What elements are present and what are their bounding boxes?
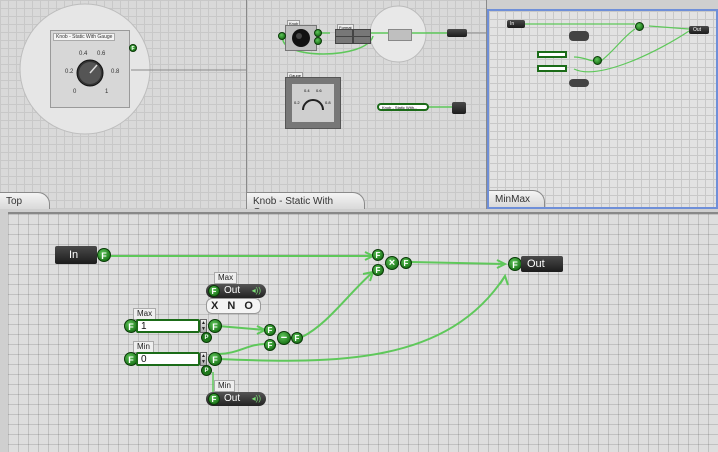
max-field-output-pin[interactable]: F: [208, 319, 222, 333]
tick-label: 0.2: [65, 69, 74, 75]
out-label: Out: [527, 258, 545, 270]
multiply-input-b[interactable]: F: [372, 264, 384, 276]
graph-wires: [111, 251, 509, 392]
tick-label: 1: [105, 89, 109, 95]
max-output-text: Out: [224, 285, 241, 296]
knob-node[interactable]: [285, 25, 317, 51]
subtract-op-icon[interactable]: −: [277, 331, 291, 345]
pin-icon[interactable]: [278, 32, 286, 40]
min-p-pin[interactable]: P: [201, 365, 212, 376]
minmax-pane[interactable]: In Out MinMax: [487, 9, 718, 209]
max-value-field[interactable]: 1: [136, 319, 200, 333]
minmax-in-node[interactable]: In: [507, 20, 525, 28]
multiply-output-pin[interactable]: F: [400, 257, 412, 269]
min-value-field[interactable]: 0: [136, 352, 200, 366]
multiply-op-icon[interactable]: ×: [385, 256, 399, 270]
minmax-min-field[interactable]: [537, 65, 567, 72]
in-node[interactable]: In: [55, 246, 97, 264]
graph-editor[interactable]: In F F F × F F Out Max Out ◂)) F X N O M…: [8, 212, 718, 452]
knob-pane[interactable]: Knob Format Gauge 0.4 0.6 0.2 0.8 Knob -…: [247, 0, 487, 209]
tick-label: 0.4: [304, 88, 310, 93]
minmax-max-field[interactable]: [537, 51, 567, 58]
minmax-pane-wires: [523, 23, 690, 73]
min-spinner[interactable]: ▲ ▼: [200, 352, 207, 366]
pin-icon[interactable]: [314, 37, 322, 45]
in-label: In: [69, 249, 79, 261]
xno-toggle[interactable]: X N O: [206, 298, 261, 314]
minmax-subtract-op[interactable]: [593, 56, 602, 65]
tick-label: 0.8: [325, 100, 331, 105]
knob-ref-node[interactable]: Knob - Static With...: [377, 103, 429, 111]
minmax-max-out[interactable]: [569, 31, 589, 41]
tab-knob-static-with-gauge[interactable]: Knob - Static With Gauge: [247, 192, 365, 209]
speaker-icon: ◂)): [251, 394, 261, 403]
tick-label: 0.4: [79, 51, 88, 57]
max-output-pin[interactable]: F: [208, 285, 220, 297]
minmax-in-label: In: [510, 21, 515, 27]
pin-icon[interactable]: [314, 29, 322, 37]
in-output-pin[interactable]: F: [97, 248, 111, 262]
subtract-input-a[interactable]: F: [264, 324, 276, 336]
tab-minmax[interactable]: MinMax: [489, 190, 545, 207]
tick-label: 0: [73, 89, 77, 95]
out-node[interactable]: Out: [521, 256, 563, 272]
tick-label: 0.2: [294, 100, 300, 105]
format-node[interactable]: [331, 29, 371, 44]
string-node[interactable]: [388, 29, 412, 41]
tick-label: 0.6: [316, 88, 322, 93]
min-output-label: Min: [214, 380, 235, 392]
knob-panel[interactable]: Knob - Static With Gauge 0.4 0.6 0.2 0.8…: [50, 30, 130, 108]
subtract-output-pin[interactable]: F: [291, 332, 303, 344]
minmax-out-label: Out: [693, 27, 702, 33]
min-field-output-pin[interactable]: F: [208, 352, 222, 366]
tick-label: 0.6: [97, 51, 106, 57]
max-spinner[interactable]: ▲ ▼: [200, 319, 207, 333]
tab-top[interactable]: Top: [0, 192, 50, 209]
subtract-input-b[interactable]: F: [264, 339, 276, 351]
out-input-pin[interactable]: F: [508, 257, 522, 271]
knob-panel-pin[interactable]: F: [129, 44, 137, 52]
knob-icon: [292, 29, 310, 47]
knob-ref-out[interactable]: [452, 102, 466, 114]
minmax-min-out[interactable]: [569, 79, 589, 87]
gauge-node[interactable]: 0.4 0.6 0.2 0.8: [285, 77, 341, 129]
knob-ref-label: Knob - Static With...: [382, 105, 418, 110]
max-output-label: Max: [214, 272, 238, 284]
minmax-out-node[interactable]: Out: [689, 26, 709, 34]
multiply-input-a[interactable]: F: [372, 249, 384, 261]
max-p-pin[interactable]: P: [201, 332, 212, 343]
minmax-multiply-op[interactable]: [635, 22, 644, 31]
min-output-text: Out: [224, 393, 241, 404]
knob-out-node[interactable]: [447, 29, 467, 37]
top-pane[interactable]: Knob - Static With Gauge 0.4 0.6 0.2 0.8…: [0, 0, 247, 209]
tick-label: 0.8: [111, 69, 120, 75]
min-output-pin[interactable]: F: [208, 393, 220, 405]
speaker-icon: ◂)): [251, 286, 261, 295]
